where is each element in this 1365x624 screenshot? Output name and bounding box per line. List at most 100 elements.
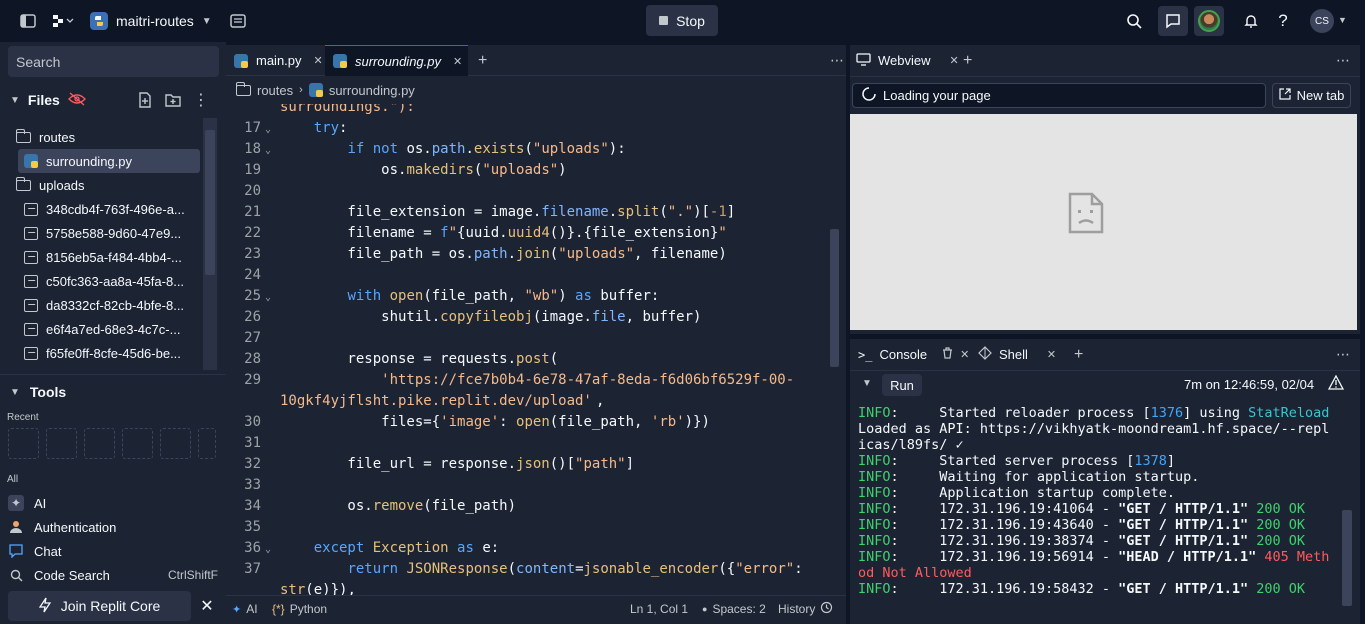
recent-slot[interactable]: [84, 428, 115, 459]
console-scrollbar[interactable]: [1342, 510, 1352, 606]
new-tab-plus-icon[interactable]: +: [1074, 339, 1083, 370]
new-file-icon[interactable]: [131, 86, 159, 114]
ai-icon: ✦: [232, 603, 242, 616]
tool-ai[interactable]: ✦ AI: [8, 491, 218, 515]
broken-page-icon: [1068, 192, 1104, 237]
chevron-down-icon: ▼: [10, 386, 20, 398]
trash-icon[interactable]: [942, 347, 953, 362]
file-image-5[interactable]: da8332cf-82cb-4bfe-8...: [18, 293, 200, 317]
tool-authentication[interactable]: Authentication: [8, 515, 218, 539]
folder-uploads[interactable]: uploads: [10, 173, 192, 197]
tab-console[interactable]: >_ Console ✕: [858, 339, 969, 370]
chat-icon[interactable]: [1158, 6, 1188, 36]
close-icon[interactable]: ✕: [314, 54, 323, 67]
code-line: str(e)}),: [280, 582, 356, 596]
recent-slot[interactable]: [122, 428, 153, 459]
image-file-icon: [24, 250, 38, 264]
new-tab-plus-icon[interactable]: +: [963, 45, 972, 76]
more-options-icon[interactable]: ⋯: [822, 45, 844, 76]
more-options-icon[interactable]: ⋮: [187, 86, 215, 114]
open-new-tab-button[interactable]: New tab: [1272, 83, 1351, 108]
url-bar[interactable]: Loading your page: [852, 83, 1266, 108]
file-image-4[interactable]: c50fc363-aa8a-45fa-8...: [18, 269, 200, 293]
all-label: All: [7, 474, 19, 485]
run-button[interactable]: Run: [882, 374, 922, 396]
status-spaces[interactable]: ● Spaces: 2: [702, 596, 766, 622]
files-header-label: Files: [27, 92, 60, 108]
file-surrounding-py[interactable]: surrounding.py: [18, 149, 200, 173]
status-position[interactable]: Ln 1, Col 1: [630, 596, 688, 622]
files-header[interactable]: ▼ Files: [10, 90, 86, 110]
user-menu-avatar[interactable]: CS: [1310, 9, 1334, 33]
folder-routes[interactable]: routes: [10, 125, 192, 149]
chevron-down-icon[interactable]: ▼: [1338, 15, 1347, 25]
search-input[interactable]: Search: [8, 46, 219, 77]
sidebar-toggle-icon[interactable]: [14, 7, 42, 35]
file-tree-scroll-thumb[interactable]: [205, 130, 215, 275]
tab-label: main.py: [256, 53, 302, 68]
tool-code-search[interactable]: Code Search CtrlShiftF: [8, 563, 218, 587]
replit-menu-icon[interactable]: [46, 7, 80, 35]
tab-webview[interactable]: Webview ✕: [856, 45, 959, 76]
join-label: Join Replit Core: [60, 598, 161, 614]
chevron-down-icon[interactable]: ▼: [862, 378, 872, 389]
editor-status-bar: ✦ AI {*} Python Ln 1, Col 1 ● Spaces: 2 …: [226, 595, 846, 622]
folder-icon: [15, 128, 31, 143]
close-icon[interactable]: ✕: [1047, 348, 1056, 361]
close-icon[interactable]: ✕: [453, 55, 462, 68]
webview-content[interactable]: [850, 114, 1357, 330]
more-options-icon[interactable]: ⋯: [1336, 45, 1350, 76]
code-area[interactable]: surroundings."): 17 ⌄ try: 18 ⌄ if not os.…: [226, 104, 846, 596]
tab-label: surrounding.py: [355, 53, 441, 69]
console-output[interactable]: INFO: Started reloader process [1376] us…: [858, 405, 1338, 605]
status-language[interactable]: {*} Python: [272, 596, 327, 622]
status-history[interactable]: History: [778, 596, 833, 622]
file-image-3[interactable]: 8156eb5a-f484-4bb4-...: [18, 245, 200, 269]
code-line: 33: [244, 477, 261, 493]
avatar-button[interactable]: [1194, 6, 1224, 36]
new-tab-plus-icon[interactable]: +: [470, 45, 490, 76]
eye-hidden-icon[interactable]: [67, 92, 86, 109]
divider: [850, 76, 1360, 77]
search-icon[interactable]: [1120, 7, 1148, 35]
console-line: INFO: Started reloader process [1376] us…: [858, 405, 1330, 421]
tools-header[interactable]: ▼ Tools: [10, 382, 66, 402]
code-line: 36 ⌄ except Exception as e:: [244, 540, 500, 556]
tool-chat[interactable]: Chat: [8, 539, 218, 563]
stop-button[interactable]: Stop: [646, 5, 718, 36]
repl-name-dropdown[interactable]: maitri-routes ▼: [90, 9, 212, 33]
search-placeholder: Search: [16, 53, 61, 70]
close-icon[interactable]: ✕: [198, 597, 216, 615]
code-line: 20: [244, 183, 261, 199]
more-options-icon[interactable]: ⋯: [1336, 339, 1350, 370]
editor-scrollbar[interactable]: [830, 229, 839, 367]
bell-icon[interactable]: [1237, 7, 1265, 35]
tab-surrounding-py[interactable]: surrounding.py ✕: [325, 45, 468, 76]
file-image-2[interactable]: 5758e588-9d60-47e9...: [18, 221, 200, 245]
workspace-icon[interactable]: [224, 7, 252, 35]
help-icon[interactable]: ?: [1269, 7, 1297, 35]
breadcrumb-item[interactable]: routes: [257, 83, 293, 98]
new-folder-icon[interactable]: [159, 86, 187, 114]
tab-shell[interactable]: Shell ✕: [978, 339, 1056, 370]
file-image-6[interactable]: e6f4a7ed-68e3-4c7c-...: [18, 317, 200, 341]
close-icon[interactable]: ✕: [950, 54, 959, 67]
file-image-1[interactable]: 348cdb4f-763f-496e-a...: [18, 197, 200, 221]
recent-slot[interactable]: [8, 428, 39, 459]
status-ai[interactable]: ✦ AI: [232, 596, 258, 622]
console-line: INFO: 172.31.196.19:41064 - "GET / HTTP/…: [858, 501, 1306, 517]
file-image-7[interactable]: f65fe0ff-8cfe-45d6-be...: [18, 341, 200, 365]
run-label: Run: [890, 377, 914, 393]
tab-label: Console: [879, 347, 928, 362]
console-toolbar: ▼ Run 7m on 12:46:59, 02/04: [850, 370, 1358, 400]
join-replit-core-button[interactable]: Join Replit Core: [8, 591, 191, 621]
recent-slot[interactable]: [198, 428, 216, 459]
user-icon: [8, 519, 24, 535]
recent-slot[interactable]: [46, 428, 77, 459]
close-icon[interactable]: ✕: [960, 348, 969, 361]
warning-icon[interactable]: [1327, 374, 1345, 393]
recent-slot[interactable]: [160, 428, 191, 459]
breadcrumb-item[interactable]: surrounding.py: [329, 83, 415, 98]
tab-main-py[interactable]: main.py ✕: [226, 45, 324, 76]
code-line: 18 ⌄ if not os.path.exists("uploads"):: [244, 141, 626, 157]
